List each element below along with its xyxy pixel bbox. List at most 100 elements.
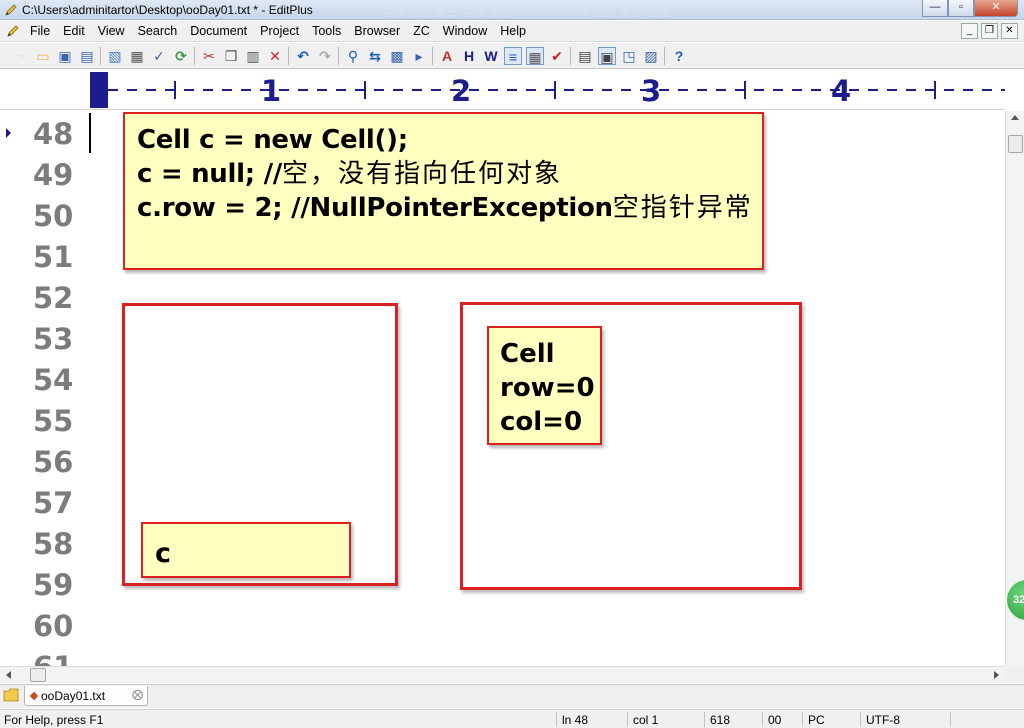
- ruler-label: 3: [641, 74, 662, 108]
- save-icon[interactable]: ▣: [56, 47, 74, 65]
- horizontal-scroll-thumb[interactable]: [30, 668, 46, 682]
- line-number-gutter[interactable]: 48 49 50 51 52 53 54 55 56 57 58 59 60 6…: [0, 111, 92, 666]
- code-annotation-box: Cell c = new Cell(); c = null; //空，没有指向任…: [123, 112, 764, 270]
- status-mode: 00: [768, 713, 782, 727]
- status-line: ln 48: [562, 713, 589, 727]
- line-number: 52: [33, 281, 74, 315]
- goto-icon[interactable]: ▸: [410, 47, 428, 65]
- column-ruler: 1 2 3 4: [0, 70, 1005, 110]
- ruler-label: 4: [831, 74, 852, 108]
- find-icon[interactable]: ⚲: [344, 47, 362, 65]
- vertical-scroll-thumb[interactable]: [1008, 135, 1023, 153]
- cut-icon[interactable]: ✂: [200, 47, 218, 65]
- ruler-label: 1: [261, 74, 282, 108]
- doc-restore-button[interactable]: ❐: [981, 23, 998, 39]
- preview-icon[interactable]: ▨: [642, 47, 660, 65]
- window-title-extra: 学员 王明 张三 学员 王明 xxxxxxxxxxxx 视频 文件 地址: [380, 5, 671, 19]
- tab-close-icon[interactable]: ⨂: [132, 688, 143, 701]
- menu-zc[interactable]: ZC: [413, 24, 430, 38]
- status-line-ending: PC: [808, 713, 825, 727]
- menu-bar: File Edit View Search Document Project Tools Br…: [0, 21, 1024, 42]
- object-field-col: col=0: [500, 407, 583, 437]
- undo-icon[interactable]: ↶: [294, 47, 312, 65]
- menu-project[interactable]: Project: [260, 24, 299, 38]
- title-bar: C:\Users\adminitartor\Desktop\ooDay01.tx…: [0, 0, 1024, 20]
- reference-variable-box: c: [141, 522, 351, 578]
- paste-icon[interactable]: ▥: [244, 47, 262, 65]
- print-preview-icon[interactable]: ▧: [106, 47, 124, 65]
- line-number: 49: [33, 158, 74, 192]
- line-number: 57: [33, 486, 74, 520]
- menu-window[interactable]: Window: [443, 24, 487, 38]
- find-in-files-icon[interactable]: ▩: [388, 47, 406, 65]
- new-file-icon[interactable]: ▫: [12, 47, 30, 65]
- scroll-right-icon[interactable]: [994, 671, 999, 679]
- object-class-name: Cell: [500, 339, 555, 369]
- hex-icon[interactable]: H: [460, 47, 478, 65]
- tab-label: ooDay01.txt: [41, 689, 106, 703]
- menu-file[interactable]: File: [30, 24, 50, 38]
- menu-edit[interactable]: Edit: [63, 24, 85, 38]
- ruler-label: 2: [451, 74, 472, 108]
- line-number: 53: [33, 322, 74, 356]
- menu-search[interactable]: Search: [138, 24, 178, 38]
- line-number: 58: [33, 527, 74, 561]
- status-help: For Help, press F1: [4, 713, 104, 727]
- spell-check-icon[interactable]: ✓: [150, 47, 168, 65]
- line-number: 61: [33, 650, 73, 666]
- doc-minimize-button[interactable]: _: [961, 23, 978, 39]
- refresh-icon[interactable]: ⟳: [172, 47, 190, 65]
- code-text: c = null; //: [137, 159, 282, 189]
- editplus-pencil-icon: [5, 4, 17, 16]
- scroll-up-icon[interactable]: [1011, 115, 1019, 120]
- ruler-icon[interactable]: ▣: [598, 47, 616, 65]
- scroll-left-icon[interactable]: [6, 671, 11, 679]
- browser-icon[interactable]: ◳: [620, 47, 638, 65]
- status-column: col 1: [633, 713, 659, 727]
- document-tab-bar: ooDay01.txt ⨂: [0, 684, 1024, 708]
- maximize-button[interactable]: ▫: [948, 0, 974, 17]
- code-comment: 空指针异常: [612, 193, 753, 223]
- minimize-button[interactable]: —: [922, 0, 948, 17]
- status-char-count: 618: [710, 713, 731, 727]
- document-window-controls: _ ❐ ✕: [958, 23, 1018, 39]
- doc-close-button[interactable]: ✕: [1001, 23, 1018, 39]
- line-number: 54: [33, 363, 74, 397]
- open-folder-icon[interactable]: ▭: [34, 47, 52, 65]
- save-all-icon[interactable]: ▤: [78, 47, 96, 65]
- tab-oo-day01[interactable]: ooDay01.txt ⨂: [24, 686, 148, 706]
- ruler-ticks: [90, 72, 1005, 108]
- folder-icon[interactable]: [3, 688, 19, 702]
- replace-icon[interactable]: ⇆: [366, 47, 384, 65]
- screen-layout-icon[interactable]: ▤: [576, 47, 594, 65]
- menu-items: File Edit View Search Document Project Tools Br…: [30, 24, 539, 38]
- horizontal-scrollbar[interactable]: [0, 666, 1005, 683]
- window-controls: — ▫ ✕: [922, 0, 1018, 18]
- document-pencil-icon[interactable]: [6, 24, 20, 38]
- delete-icon[interactable]: ✕: [266, 47, 284, 65]
- menu-document[interactable]: Document: [190, 24, 247, 38]
- font-icon[interactable]: A: [438, 47, 456, 65]
- word-wrap-icon[interactable]: W: [482, 47, 500, 65]
- redo-icon[interactable]: ↷: [316, 47, 334, 65]
- close-button[interactable]: ✕: [974, 0, 1018, 17]
- menu-browser[interactable]: Browser: [354, 24, 400, 38]
- toolbar: ▫ ▭ ▣ ▤ ▧ ▦ ✓ ⟳ ✂ ❐ ▥ ✕ ↶ ↷ ⚲ ⇆ ▩ ▸ A H W ≡ ▦ ✔ ▤ ▣ ◳ ▨?: [0, 43, 1024, 69]
- print-icon[interactable]: ▦: [128, 47, 146, 65]
- status-encoding: UTF-8: [866, 713, 900, 727]
- object-field-row: row=0: [500, 373, 595, 403]
- menu-help[interactable]: Help: [500, 24, 526, 38]
- line-number: 60: [33, 609, 74, 643]
- check-icon[interactable]: ✔: [548, 47, 566, 65]
- menu-view[interactable]: View: [98, 24, 125, 38]
- line-number: 51: [33, 240, 74, 274]
- cell-object-box: Cell row=0 col=0: [487, 326, 602, 445]
- column-select-icon[interactable]: ▦: [526, 47, 544, 65]
- line-number: 55: [33, 404, 74, 438]
- line-number-icon[interactable]: ≡: [504, 47, 522, 65]
- menu-tools[interactable]: Tools: [312, 24, 341, 38]
- help-icon[interactable]: ?: [670, 47, 688, 65]
- copy-icon[interactable]: ❐: [222, 47, 240, 65]
- code-line-npe: c.row = 2; //NullPointerException空指针异常: [137, 191, 762, 225]
- text-caret: [89, 113, 91, 153]
